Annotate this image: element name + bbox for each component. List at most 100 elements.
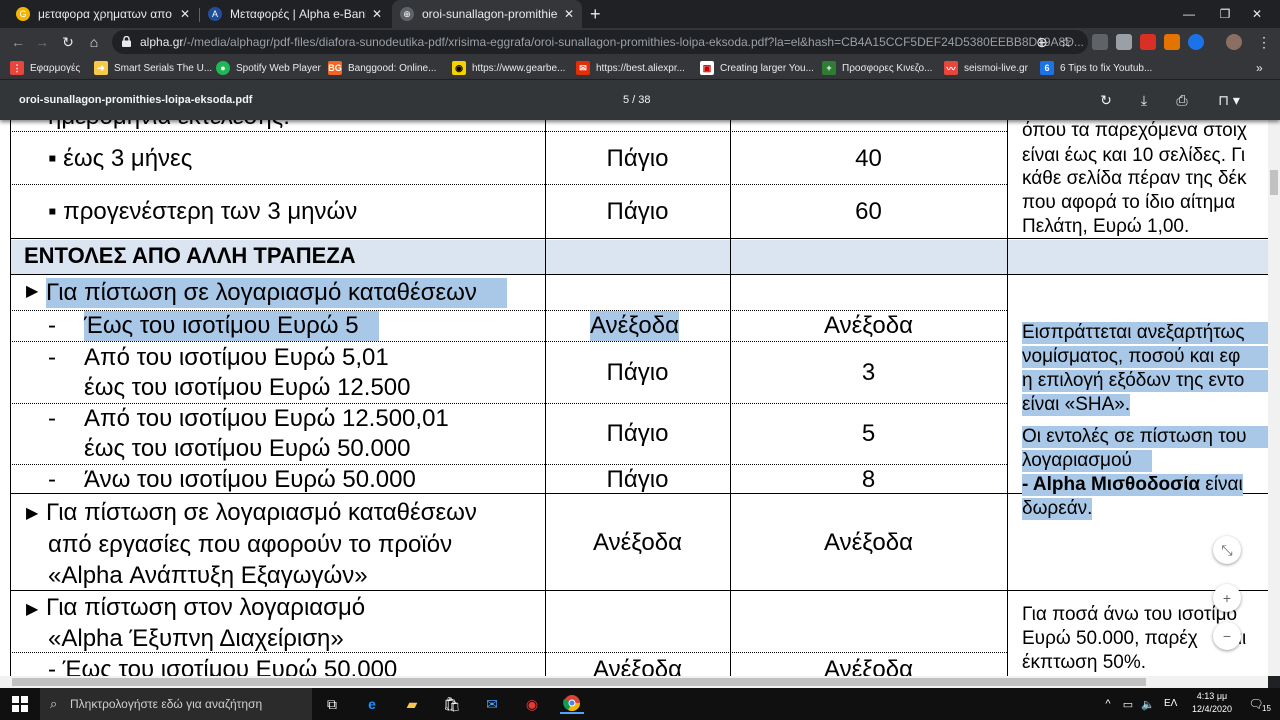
bookmark-creating-larger[interactable]: ▣ Creating larger You...: [700, 60, 814, 76]
extension-adblock-icon[interactable]: [1140, 34, 1156, 50]
alpha-payroll-label: - Alpha Μισθοδοσία: [1022, 474, 1201, 495]
table-border: [10, 120, 11, 676]
close-tab-icon[interactable]: ✕: [180, 7, 190, 21]
close-tab-icon[interactable]: ✕: [372, 7, 382, 21]
address-bar[interactable]: alpha.gr/-/media/alphagr/pdf-files/diafo…: [112, 30, 1088, 54]
scrollbar-thumb[interactable]: [1270, 170, 1278, 195]
extension-skype-icon[interactable]: [1092, 34, 1108, 50]
tier-value: 3: [861, 359, 876, 386]
tier-dash: -: [48, 405, 56, 432]
menu-kebab-icon[interactable]: ⋮: [1254, 32, 1274, 52]
fit-to-page-icon[interactable]: ⤡: [1213, 536, 1241, 564]
home-icon[interactable]: ⌂: [84, 32, 104, 52]
note-line: κάθε σελίδα πέραν της δέκ: [1022, 168, 1247, 189]
tier-label: Άνω του ισοτίμου Ευρώ 50.000: [84, 466, 416, 493]
store-icon[interactable]: 🛍: [442, 694, 462, 714]
note-line: νομίσματος, ποσού και εφ: [1022, 346, 1268, 368]
task-view-icon[interactable]: ⧉: [322, 694, 342, 714]
bookmark-label: 6 Tips to fix Youtub...: [1060, 62, 1153, 74]
bookmark-seismoi[interactable]: 〰 seismoi-live.gr: [944, 60, 1028, 76]
tab-alpha-ebanking[interactable]: A Μεταφορές | Alpha e-Banking ✕: [200, 0, 390, 28]
bookmark-banggood[interactable]: BG Banggood: Online...: [328, 60, 436, 76]
new-tab-icon[interactable]: +: [590, 4, 601, 25]
note-text: Ευρώ 50.000, παρέχ: [1022, 628, 1198, 649]
tier-type: Πάγιο: [606, 466, 669, 493]
tier-type: Πάγιο: [606, 359, 669, 386]
note-line: Για ποσά άνω του ισοτίμο: [1022, 604, 1238, 625]
table-border: [1007, 120, 1008, 676]
bookmark-label: https://www.gearbe...: [472, 62, 566, 74]
row-divider: [10, 184, 1007, 185]
google-favicon-icon: G: [16, 7, 30, 21]
back-icon[interactable]: ←: [8, 32, 28, 52]
forward-icon[interactable]: →: [32, 32, 52, 52]
tray-expand-icon[interactable]: ^: [1098, 694, 1118, 714]
bottom-tier-value: Ανέξοδα: [824, 656, 913, 676]
triangle-bullet-icon: ▶: [26, 505, 39, 522]
bookmark-star-icon[interactable]: ☆: [1056, 32, 1076, 52]
arrow-icon: ➜: [94, 61, 108, 75]
bookmark-gearbest[interactable]: ◉ https://www.gearbe...: [452, 60, 565, 76]
tier-label-line1: Από του ισοτίμου Ευρώ 12.500,01: [84, 405, 449, 432]
export-row-type: Ανέξοδα: [593, 529, 682, 556]
row-divider: [10, 238, 1268, 239]
volume-icon[interactable]: 🔈: [1138, 694, 1158, 714]
horizontal-scrollbar[interactable]: [0, 676, 1268, 688]
url-path: /-/media/alphagr/pdf-files/diafora-sunod…: [183, 35, 1084, 49]
tab-revolut[interactable]: G μεταφορα χρηματων απο revolu ✕: [8, 0, 198, 28]
close-tab-icon[interactable]: ✕: [564, 7, 574, 21]
language-indicator[interactable]: ΕΛ: [1164, 698, 1177, 709]
zoom-out-icon[interactable]: −: [1213, 622, 1241, 650]
bookmark-spotify[interactable]: ● Spotify Web Player: [216, 60, 321, 76]
triangle-bullet-icon: ▶: [26, 601, 39, 618]
mail-icon[interactable]: ✉: [482, 694, 502, 714]
bookmark-menu-icon[interactable]: ⊓ ▾: [1212, 90, 1246, 110]
note-line: Εισπράττεται ανεξαρτήτως: [1022, 322, 1268, 344]
bookmark-aliexpress[interactable]: ✉ https://best.aliexpr...: [576, 60, 685, 76]
app-red-icon[interactable]: ◉: [522, 694, 542, 714]
number-six-icon: 6: [1040, 61, 1054, 75]
download-icon[interactable]: ⤓: [1134, 90, 1154, 110]
network-icon[interactable]: ▭: [1118, 694, 1138, 714]
more-bookmarks-icon[interactable]: »: [1256, 60, 1263, 76]
reload-icon[interactable]: ↻: [58, 32, 78, 52]
tab-pdf-active[interactable]: ⊕ oroi-sunallagon-promithies-loipa ✕: [392, 0, 582, 28]
vertical-scrollbar[interactable]: [1268, 120, 1280, 676]
file-explorer-icon[interactable]: ▰: [402, 694, 422, 714]
bookmark-apps[interactable]: ⋮ Εφαρμογές: [10, 60, 80, 76]
bookmark-label: Εφαρμογές: [30, 62, 81, 74]
row-divider: [10, 341, 1007, 342]
bookmark-prosfores[interactable]: + Προσφορες Κινεζο...: [822, 60, 932, 76]
row-label-older: ▪ προγενέστερη των 3 μηνών: [48, 198, 358, 225]
rotate-icon[interactable]: ↻: [1096, 90, 1116, 110]
url-host: alpha.gr: [140, 35, 184, 49]
bottom-tier-type: Ανέξοδα: [593, 656, 682, 676]
export-row-line3: «Alpha Ανάπτυξη Εξαγωγών»: [48, 562, 368, 589]
scrollbar-thumb[interactable]: [12, 678, 1146, 686]
tier-label-line2: έως του ισοτίμου Ευρώ 12.500: [84, 374, 411, 401]
print-icon[interactable]: ⎙: [1172, 90, 1192, 110]
notification-count: 15: [1262, 704, 1271, 713]
edge-icon[interactable]: e: [362, 694, 382, 714]
extension-heart-icon[interactable]: [1188, 34, 1204, 50]
zoom-in-icon[interactable]: +: [1213, 584, 1241, 612]
note-line: η επιλογή εξόδων της εντο: [1022, 370, 1268, 392]
pdf-viewer[interactable]: ημερομηνία εκτέλεσης: ▪ έως 3 μήνες Πάγι…: [0, 120, 1280, 676]
close-window-icon[interactable]: ✕: [1234, 0, 1280, 28]
banggood-icon: BG: [328, 61, 342, 75]
extension-key-icon[interactable]: [1164, 34, 1180, 50]
bookmark-youtube-tips[interactable]: 6 6 Tips to fix Youtub...: [1040, 60, 1152, 76]
tab-strip: G μεταφορα χρηματων απο revolu ✕ A Μεταφ…: [0, 0, 1280, 28]
windows-start-icon[interactable]: [10, 694, 30, 714]
tier-label-line1: Από του ισοτίμου Ευρώ 5,01: [84, 344, 389, 371]
pdf-filename: oroi-sunallagon-promithies-loipa-eksoda.…: [19, 94, 253, 106]
zoom-icon[interactable]: ⊕: [1032, 32, 1052, 52]
chrome-icon[interactable]: [560, 694, 584, 714]
profile-avatar[interactable]: [1226, 34, 1242, 50]
bookmark-smart-serials[interactable]: ➜ Smart Serials The U...: [94, 60, 212, 76]
tier-label-line2: έως του ισοτίμου Ευρώ 50.000: [84, 435, 411, 462]
clock[interactable]: 4:13 μμ 12/4/2020: [1188, 690, 1236, 716]
taskbar-search-input[interactable]: ⌕ Πληκτρολογήστε εδώ για αναζήτηση: [40, 688, 312, 720]
export-row-line2: από εργασίες που αφορούν το προϊόν: [48, 531, 453, 558]
extension-gray-icon[interactable]: [1116, 34, 1132, 50]
